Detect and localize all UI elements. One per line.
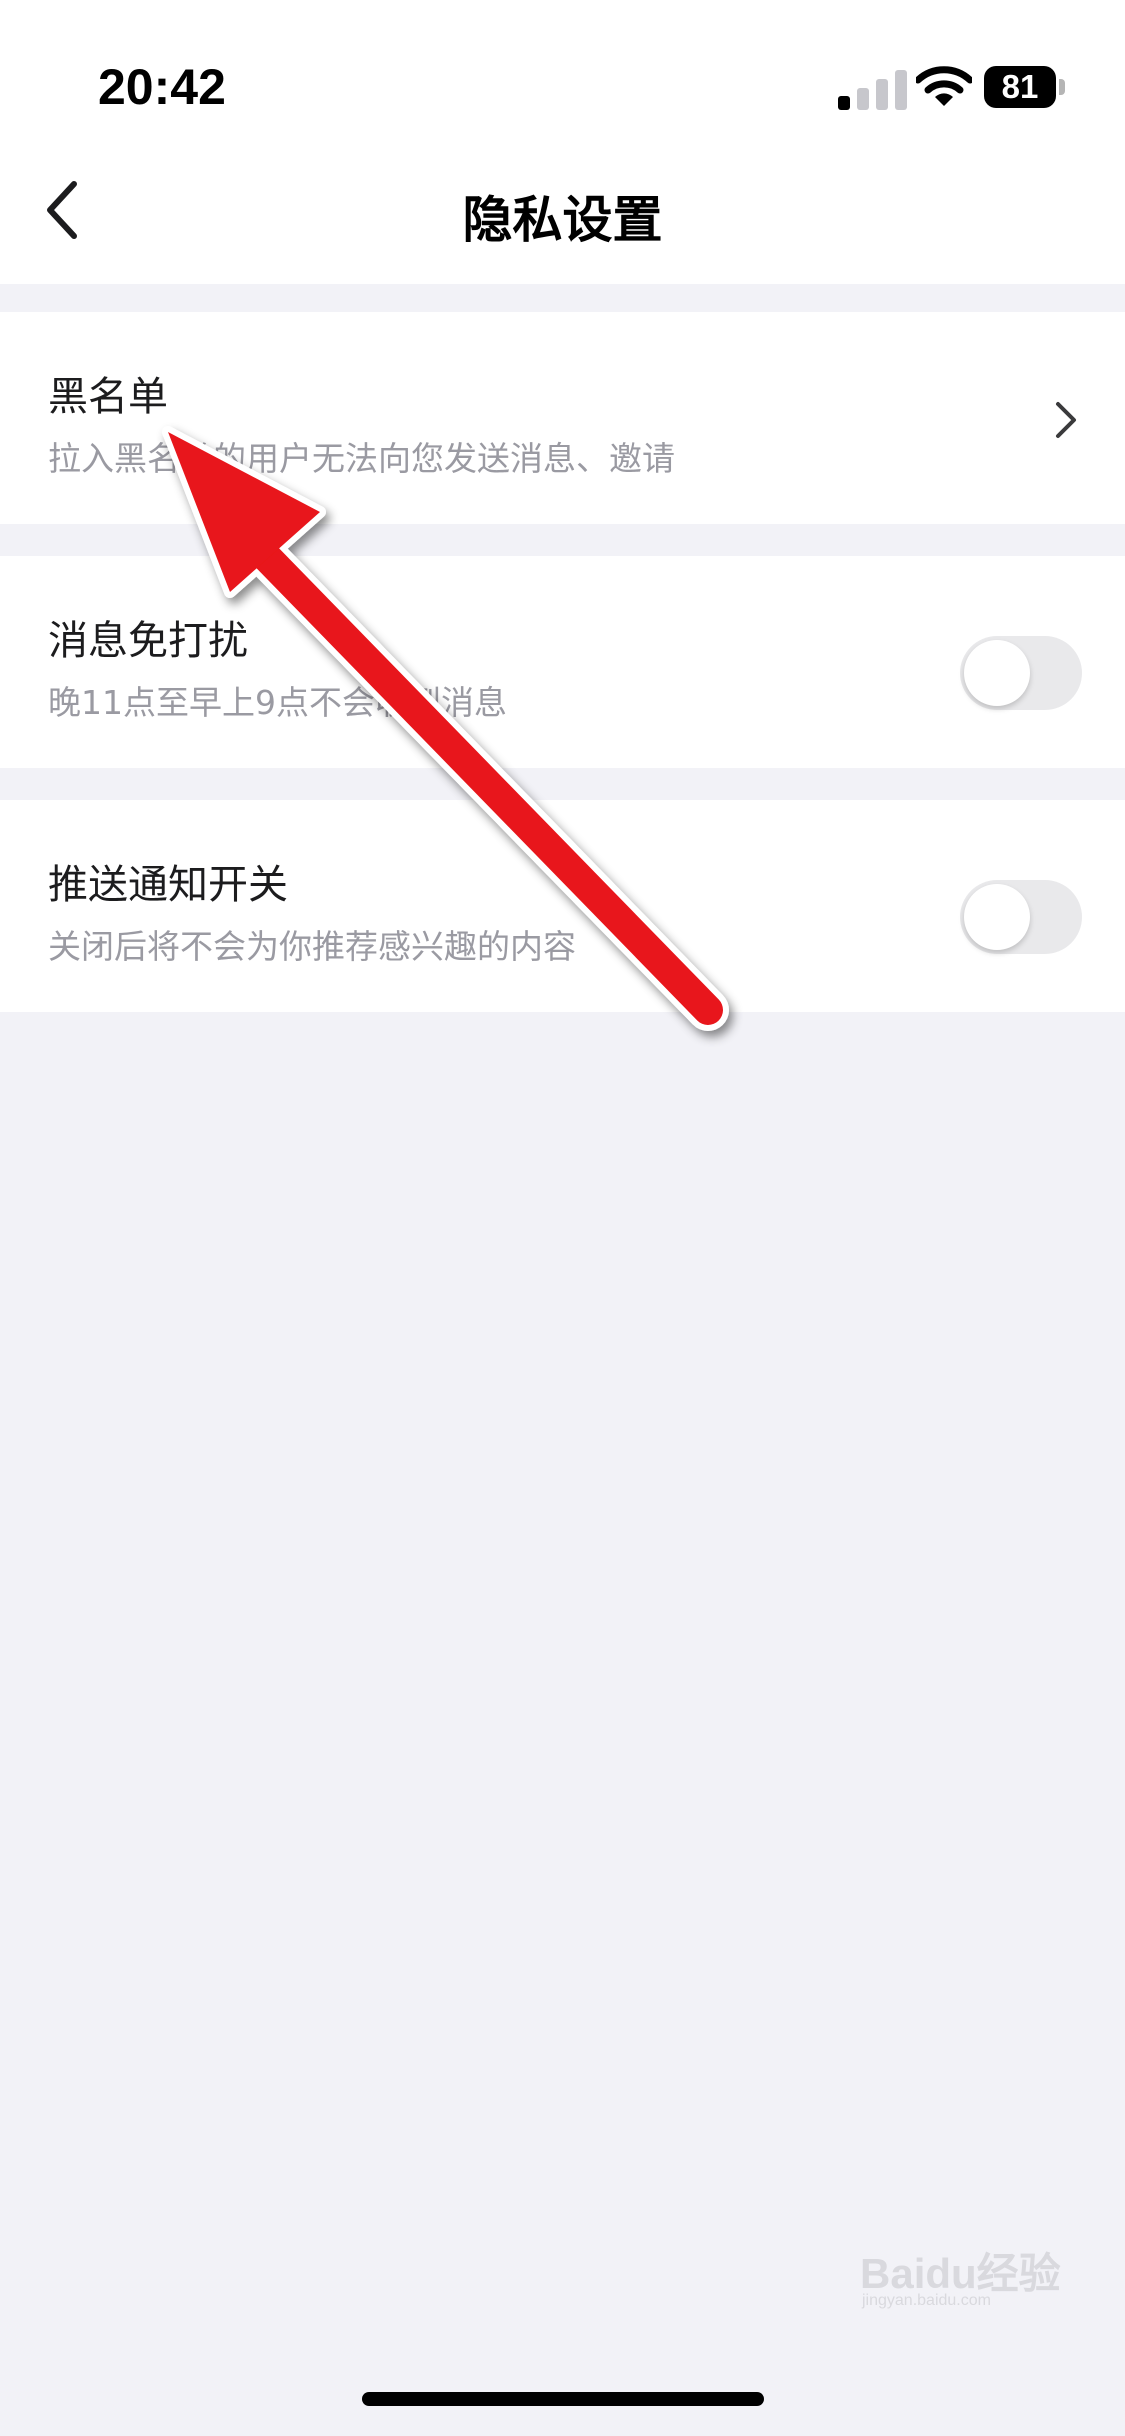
do-not-disturb-toggle[interactable]	[960, 636, 1082, 710]
row-subtitle: 拉入黑名单的用户无法向您发送消息、邀请	[48, 439, 675, 478]
settings-row-blacklist[interactable]: 黑名单 拉入黑名单的用户无法向您发送消息、邀请	[0, 312, 1125, 524]
status-time: 20:42	[98, 59, 226, 115]
navigation-bar: 隐私设置	[0, 140, 1125, 284]
signal-icon	[838, 70, 907, 110]
toggle-knob	[964, 884, 1030, 950]
home-indicator[interactable]	[362, 2392, 764, 2406]
chevron-right-icon	[1056, 402, 1076, 438]
wifi-icon	[916, 66, 972, 106]
row-subtitle: 关闭后将不会为你推荐感兴趣的内容	[48, 927, 576, 966]
push-notification-toggle[interactable]	[960, 880, 1082, 954]
watermark-url: jingyan.baidu.com	[862, 2292, 991, 2309]
battery-icon: 81	[984, 66, 1068, 108]
row-title: 推送通知开关	[48, 862, 288, 908]
page-title: 隐私设置	[462, 191, 663, 249]
battery-cap	[1059, 79, 1065, 95]
status-bar: 20:42 81	[0, 0, 1125, 140]
row-title: 黑名单	[48, 374, 168, 420]
row-subtitle: 晚11点至早上9点不会收到消息	[48, 683, 507, 722]
battery-level: 81	[1001, 68, 1039, 105]
settings-row-push-notifications: 推送通知开关 关闭后将不会为你推荐感兴趣的内容	[0, 800, 1125, 1012]
baidu-watermark: Baidu经验 jingyan.baidu.com	[860, 2240, 1080, 2310]
toggle-knob	[964, 640, 1030, 706]
row-title: 消息免打扰	[48, 618, 248, 664]
settings-row-do-not-disturb: 消息免打扰 晚11点至早上9点不会收到消息	[0, 556, 1125, 768]
